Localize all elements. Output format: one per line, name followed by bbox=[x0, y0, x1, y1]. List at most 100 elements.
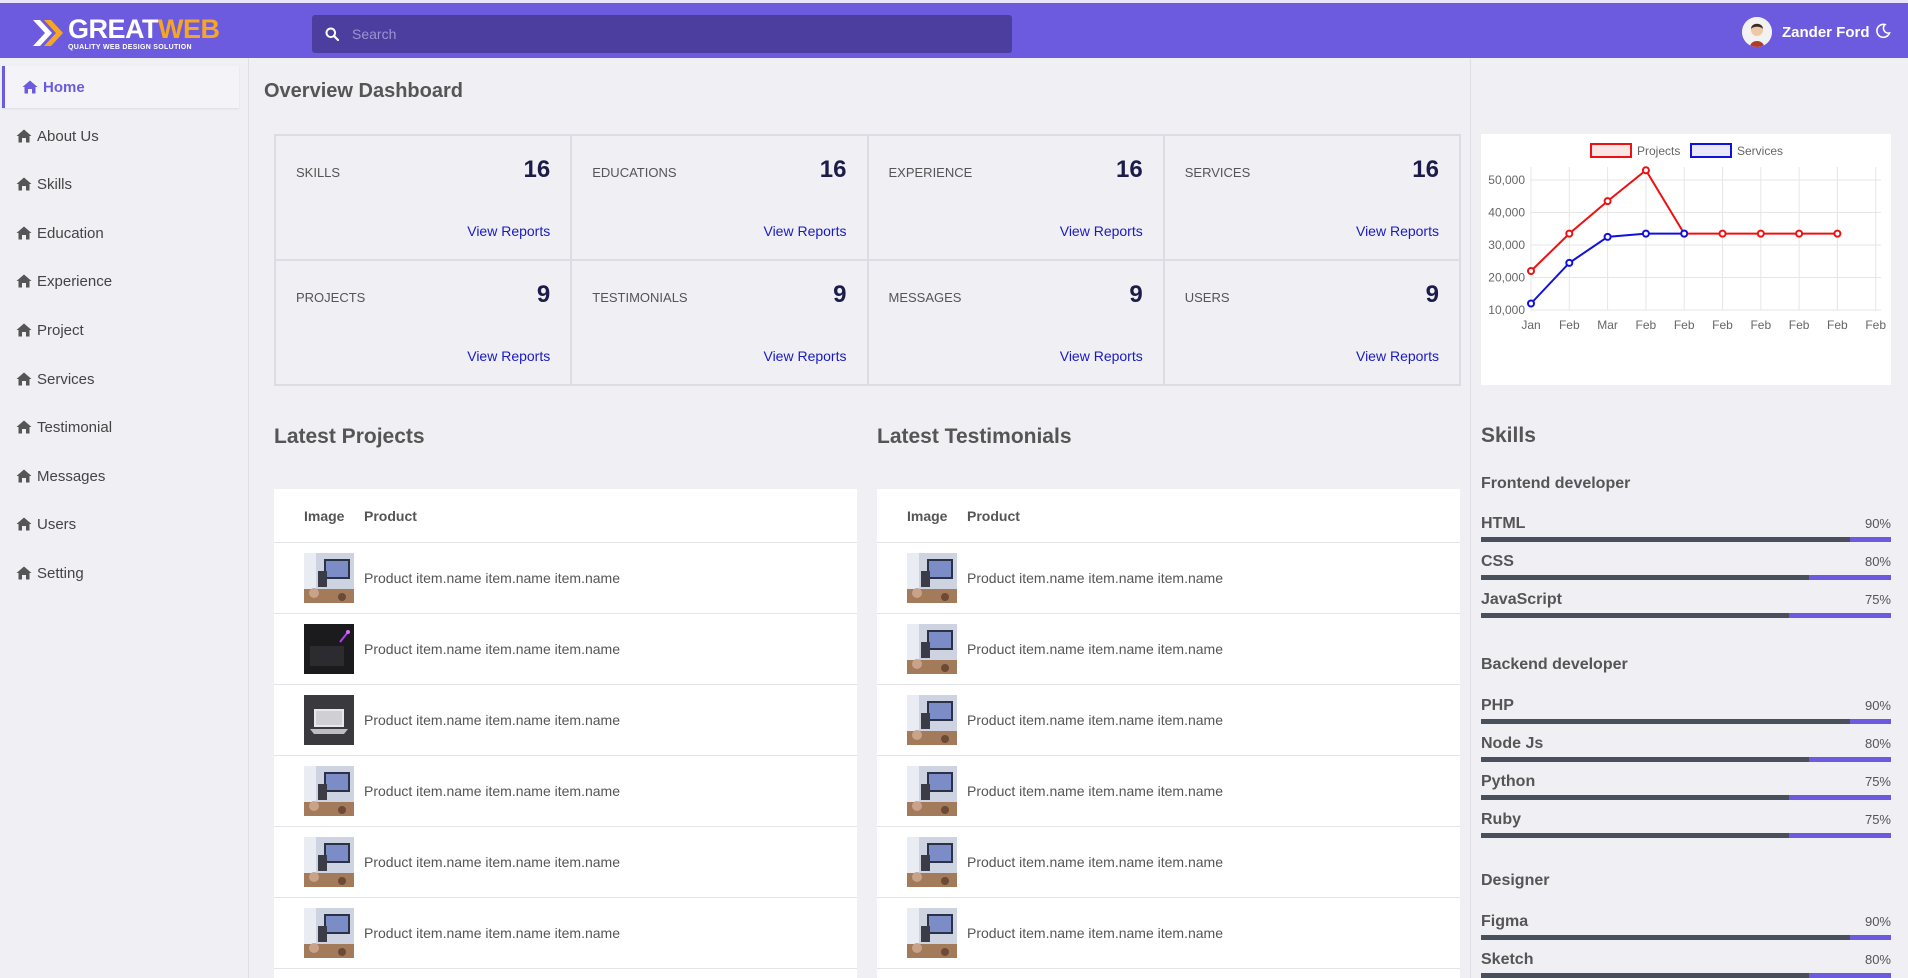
table-row[interactable]: Product item.name item.name item.name bbox=[877, 756, 1460, 827]
stat-card-messages: MESSAGES 9 View Reports bbox=[867, 260, 1164, 385]
skill-percent: 75% bbox=[1864, 812, 1891, 827]
stat-card-users: USERS 9 View Reports bbox=[1163, 260, 1460, 385]
x-tick-label: Mar bbox=[1597, 318, 1618, 332]
user-name: Zander Ford bbox=[1782, 23, 1870, 41]
sidebar-item-home[interactable]: Home bbox=[2, 66, 239, 108]
product-thumbnail bbox=[304, 553, 354, 603]
skill-name: CSS bbox=[1481, 553, 1514, 570]
table-row[interactable]: Product item.name item.name item.name bbox=[877, 614, 1460, 685]
skill-progress-bar bbox=[1481, 719, 1891, 724]
product-thumbnail bbox=[907, 553, 957, 603]
y-tick-label: 20,000 bbox=[1488, 271, 1525, 285]
sidebar-item-label: About Us bbox=[37, 127, 99, 145]
data-point-services bbox=[1565, 258, 1574, 267]
skill-item: Node Js 80% bbox=[1481, 735, 1891, 773]
product-thumbnail bbox=[907, 837, 957, 887]
sidebar-item-setting[interactable]: Setting bbox=[2, 552, 239, 594]
sidebar-item-label: Services bbox=[37, 370, 95, 388]
table-row[interactable]: Product item.name item.name item.name bbox=[877, 827, 1460, 898]
skill-name: Ruby bbox=[1481, 811, 1521, 828]
skill-progress-fill bbox=[1481, 935, 1850, 940]
table-row[interactable]: Product item.name item.name item.name bbox=[274, 898, 857, 969]
view-reports-link[interactable]: View Reports bbox=[467, 223, 550, 239]
home-icon bbox=[16, 517, 32, 531]
stat-card-educations: EDUCATIONS 16 View Reports bbox=[571, 135, 868, 260]
y-tick-label: 30,000 bbox=[1488, 238, 1525, 252]
sidebar-item-testimonial[interactable]: Testimonial bbox=[2, 406, 239, 448]
skill-percent: 90% bbox=[1864, 914, 1891, 929]
skill-name: JavaScript bbox=[1481, 591, 1562, 608]
view-reports-link[interactable]: View Reports bbox=[1356, 223, 1439, 239]
skill-progress-fill bbox=[1481, 575, 1809, 580]
sidebar-item-project[interactable]: Project bbox=[2, 309, 239, 351]
table-row[interactable]: Product item.name item.name item.name bbox=[274, 543, 857, 614]
x-tick-label: Feb bbox=[1636, 318, 1657, 332]
table-row[interactable]: Product item.name item.name item.name bbox=[274, 614, 857, 685]
skill-item: JavaScript 75% bbox=[1481, 591, 1891, 629]
product-name: Product item.name item.name item.name bbox=[364, 783, 620, 799]
table-row[interactable]: Product item.name item.name item.name bbox=[877, 898, 1460, 969]
table-header: Image Product bbox=[877, 489, 1460, 543]
skill-name: Node Js bbox=[1481, 735, 1544, 752]
search-input[interactable] bbox=[352, 26, 992, 42]
card-label: USERS bbox=[1184, 290, 1230, 305]
product-name: Product item.name item.name item.name bbox=[364, 570, 620, 586]
sidebar-item-label: Education bbox=[37, 224, 104, 242]
skill-name: Python bbox=[1481, 773, 1536, 790]
view-reports-link[interactable]: View Reports bbox=[1060, 348, 1143, 364]
sidebar-item-label: Setting bbox=[37, 564, 84, 582]
home-icon bbox=[16, 469, 32, 483]
legend-label: Services bbox=[1737, 144, 1783, 158]
card-value: 9 bbox=[536, 281, 551, 308]
sidebar-item-skills[interactable]: Skills bbox=[2, 163, 239, 205]
skill-progress-bar bbox=[1481, 795, 1891, 800]
table-row[interactable]: Product item.name item.name item.name bbox=[274, 685, 857, 756]
skill-percent: 80% bbox=[1864, 736, 1891, 751]
stats-cards: SKILLS 16 View Reports EDUCATIONS 16 View Rep… bbox=[274, 134, 1461, 386]
user-menu[interactable]: Zander Ford bbox=[1742, 17, 1870, 47]
skill-item: CSS 80% bbox=[1481, 553, 1891, 591]
brand-logo[interactable]: GREATWEB QUALITY WEB DESIGN SOLUTION bbox=[30, 15, 220, 51]
brand-tagline: QUALITY WEB DESIGN SOLUTION bbox=[68, 43, 192, 51]
sidebar-item-messages[interactable]: Messages bbox=[2, 455, 239, 497]
data-point-projects bbox=[1641, 166, 1650, 175]
table-row[interactable]: Product item.name item.name item.name bbox=[274, 756, 857, 827]
x-tick-label: Feb bbox=[1827, 318, 1848, 332]
skill-percent: 80% bbox=[1864, 952, 1891, 967]
sidebar-item-label: Home bbox=[43, 78, 85, 96]
table-row[interactable]: Product item.name item.name item.name bbox=[877, 685, 1460, 756]
table-row[interactable]: Product item.name item.name item.name bbox=[274, 827, 857, 898]
skill-progress-bar bbox=[1481, 613, 1891, 618]
view-reports-link[interactable]: View Reports bbox=[1356, 348, 1439, 364]
view-reports-link[interactable]: View Reports bbox=[467, 348, 550, 364]
view-reports-link[interactable]: View Reports bbox=[1060, 223, 1143, 239]
dark-mode-toggle-icon[interactable] bbox=[1875, 23, 1891, 44]
stat-card-services: SERVICES 16 View Reports bbox=[1163, 135, 1460, 260]
product-name: Product item.name item.name item.name bbox=[967, 783, 1223, 799]
card-value: 16 bbox=[819, 156, 847, 183]
view-reports-link[interactable]: View Reports bbox=[763, 348, 846, 364]
product-thumbnail bbox=[304, 766, 354, 816]
y-tick-label: 40,000 bbox=[1488, 206, 1525, 220]
sidebar-item-about-us[interactable]: About Us bbox=[2, 115, 239, 157]
skill-group-title: Frontend developer bbox=[1481, 475, 1631, 492]
table-header: Image Product bbox=[274, 489, 857, 543]
search-icon[interactable] bbox=[312, 27, 352, 41]
product-name: Product item.name item.name item.name bbox=[967, 854, 1223, 870]
table-row[interactable]: Product item.name item.name item.name bbox=[877, 543, 1460, 614]
sidebar-item-users[interactable]: Users bbox=[2, 503, 239, 545]
home-icon bbox=[16, 226, 32, 240]
sidebar-item-experience[interactable]: Experience bbox=[2, 260, 239, 302]
sidebar-item-services[interactable]: Services bbox=[2, 358, 239, 400]
sidebar-item-education[interactable]: Education bbox=[2, 212, 239, 254]
skill-item: Figma 90% bbox=[1481, 913, 1891, 951]
product-thumbnail bbox=[907, 908, 957, 958]
product-name: Product item.name item.name item.name bbox=[967, 641, 1223, 657]
card-label: MESSAGES bbox=[888, 290, 962, 305]
card-label: TESTIMONIALS bbox=[592, 290, 688, 305]
product-name: Product item.name item.name item.name bbox=[364, 854, 620, 870]
skill-group-title: Designer bbox=[1481, 872, 1550, 889]
skill-percent: 75% bbox=[1864, 592, 1891, 607]
skill-percent: 80% bbox=[1864, 554, 1891, 569]
view-reports-link[interactable]: View Reports bbox=[763, 223, 846, 239]
